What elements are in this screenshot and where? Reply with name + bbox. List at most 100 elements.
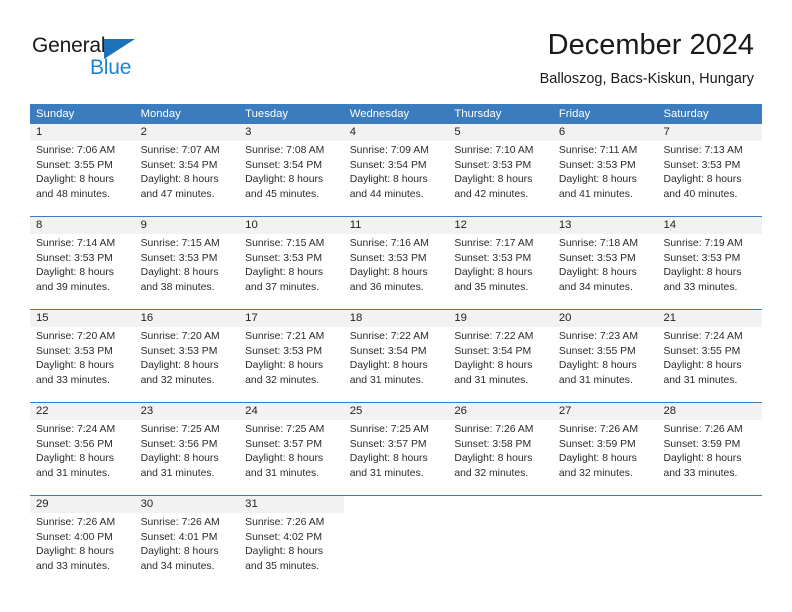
day-number: 10 <box>239 217 344 234</box>
daylight-duration-line2: and 34 minutes. <box>140 560 215 572</box>
calendar-day-cell[interactable]: 23 Sunrise: 7:25 AM Sunset: 3:56 PM Dayligh… <box>134 403 240 495</box>
day-number: 6 <box>552 124 658 141</box>
calendar-day-cell[interactable]: 10 Sunrise: 7:15 AM Sunset: 3:53 PM Dayligh… <box>239 217 344 309</box>
day-sun-info: Sunrise: 7:22 AM Sunset: 3:54 PM Daylight:… <box>448 327 553 388</box>
sunrise-time: Sunrise: 7:26 AM <box>245 517 325 528</box>
day-number: 26 <box>448 403 553 420</box>
sunrise-time: Sunrise: 7:15 AM <box>245 238 325 249</box>
calendar-week-cells: 15 Sunrise: 7:20 AM Sunset: 3:53 PM Dayligh… <box>30 310 763 402</box>
day-sun-info: Sunrise: 7:16 AM Sunset: 3:53 PM Daylight:… <box>344 234 449 295</box>
weekday-header-sunday: Sunday <box>36 108 75 120</box>
day-sun-info: Sunrise: 7:11 AM Sunset: 3:53 PM Daylight:… <box>553 141 658 202</box>
weekday-header-thursday: Thursday <box>454 108 502 120</box>
day-number: 9 <box>134 217 240 234</box>
calendar-day-cell[interactable]: 3 Sunrise: 7:08 AM Sunset: 3:54 PM Daylight… <box>239 124 344 216</box>
calendar-day-cell[interactable]: 19 Sunrise: 7:22 AM Sunset: 3:54 PM Dayligh… <box>448 310 553 402</box>
sunrise-time: Sunrise: 7:17 AM <box>454 238 534 249</box>
sunset-time: Sunset: 3:54 PM <box>245 159 322 171</box>
calendar-week-row: 8 Sunrise: 7:14 AM Sunset: 3:53 PM Daylight… <box>30 216 763 309</box>
calendar-day-cell[interactable]: 9 Sunrise: 7:15 AM Sunset: 3:53 PM Daylight… <box>134 217 240 309</box>
sunset-time: Sunset: 3:56 PM <box>140 438 218 450</box>
sunrise-time: Sunrise: 7:09 AM <box>349 145 429 156</box>
day-sun-info: Sunrise: 7:22 AM Sunset: 3:54 PM Daylight:… <box>344 327 449 388</box>
daylight-duration-line2: and 32 minutes. <box>140 374 215 386</box>
sunset-time: Sunset: 3:55 PM <box>663 345 741 357</box>
daylight-duration-line2: and 44 minutes. <box>349 188 424 200</box>
day-number: 5 <box>448 124 553 141</box>
day-sun-info <box>657 513 762 516</box>
sunset-time: Sunset: 3:53 PM <box>454 252 532 264</box>
day-number: 24 <box>239 403 344 420</box>
sunset-time: Sunset: 3:54 PM <box>454 345 532 357</box>
day-sun-info: Sunrise: 7:15 AM Sunset: 3:53 PM Daylight:… <box>239 234 344 295</box>
daylight-duration-line2: and 33 minutes. <box>663 467 738 479</box>
calendar-day-cell[interactable]: 20 Sunrise: 7:23 AM Sunset: 3:55 PM Dayligh… <box>552 310 658 402</box>
calendar-day-cell[interactable]: 8 Sunrise: 7:14 AM Sunset: 3:53 PM Daylight… <box>30 217 135 309</box>
calendar-day-cell[interactable]: 7 Sunrise: 7:13 AM Sunset: 3:53 PM Daylight… <box>657 124 763 216</box>
day-number: 27 <box>552 403 658 420</box>
calendar-day-cell[interactable]: 2 Sunrise: 7:07 AM Sunset: 3:54 PM Daylight… <box>134 124 240 216</box>
calendar-day-cell[interactable]: 31 Sunrise: 7:26 AM Sunset: 4:02 PM Dayligh… <box>239 496 344 588</box>
sunset-time: Sunset: 3:53 PM <box>558 252 636 264</box>
weekday-header-monday: Monday <box>140 108 181 120</box>
sunset-time: Sunset: 3:53 PM <box>36 345 113 357</box>
calendar-day-cell[interactable]: 12 Sunrise: 7:17 AM Sunset: 3:53 PM Dayligh… <box>448 217 553 309</box>
daylight-duration-line1: Daylight: 8 hours <box>663 267 742 278</box>
calendar-week-row: 1 Sunrise: 7:06 AM Sunset: 3:55 PM Daylight… <box>30 124 763 216</box>
daylight-duration-line1: Daylight: 8 hours <box>140 360 219 371</box>
calendar-day-cell[interactable]: 6 Sunrise: 7:11 AM Sunset: 3:53 PM Daylight… <box>552 124 658 216</box>
calendar-day-cell[interactable]: 14 Sunrise: 7:19 AM Sunset: 3:53 PM Dayligh… <box>657 217 763 309</box>
calendar-day-cell[interactable]: 27 Sunrise: 7:26 AM Sunset: 3:59 PM Dayligh… <box>552 403 658 495</box>
daylight-duration-line2: and 35 minutes. <box>454 281 529 293</box>
calendar-page: General Blue December 2024 Balloszog, Ba… <box>0 0 792 612</box>
calendar-day-cell[interactable]: 26 Sunrise: 7:26 AM Sunset: 3:58 PM Dayligh… <box>448 403 553 495</box>
sunset-time: Sunset: 3:58 PM <box>454 438 532 450</box>
day-number: 29 <box>30 496 135 513</box>
sunrise-time: Sunrise: 7:22 AM <box>349 331 429 342</box>
daylight-duration-line2: and 32 minutes. <box>558 467 633 479</box>
daylight-duration-line1: Daylight: 8 hours <box>454 174 533 185</box>
daylight-duration-line2: and 31 minutes. <box>349 467 424 479</box>
calendar-day-cell[interactable]: 18 Sunrise: 7:22 AM Sunset: 3:54 PM Dayligh… <box>343 310 449 402</box>
daylight-duration-line2: and 32 minutes. <box>454 467 529 479</box>
sunset-time: Sunset: 4:02 PM <box>245 531 322 543</box>
daylight-duration-line2: and 35 minutes. <box>245 560 320 572</box>
calendar-day-cell[interactable]: 16 Sunrise: 7:20 AM Sunset: 3:53 PM Dayligh… <box>134 310 240 402</box>
calendar-day-cell[interactable]: 4 Sunrise: 7:09 AM Sunset: 3:54 PM Daylight… <box>343 124 449 216</box>
calendar-day-cell[interactable]: 29 Sunrise: 7:26 AM Sunset: 4:00 PM Dayligh… <box>30 496 135 588</box>
daylight-duration-line2: and 31 minutes. <box>558 374 633 386</box>
day-number <box>448 496 553 513</box>
day-number: 28 <box>657 403 763 420</box>
daylight-duration-line2: and 36 minutes. <box>349 281 424 293</box>
day-number: 7 <box>657 124 763 141</box>
calendar-day-cell[interactable]: 28 Sunrise: 7:26 AM Sunset: 3:59 PM Dayligh… <box>657 403 763 495</box>
calendar-day-cell-empty <box>657 496 763 588</box>
calendar-day-cell[interactable]: 21 Sunrise: 7:24 AM Sunset: 3:55 PM Dayligh… <box>657 310 763 402</box>
daylight-duration-line1: Daylight: 8 hours <box>245 267 324 278</box>
daylight-duration-line1: Daylight: 8 hours <box>36 174 114 185</box>
calendar-day-cell[interactable]: 25 Sunrise: 7:25 AM Sunset: 3:57 PM Dayligh… <box>343 403 449 495</box>
sunset-time: Sunset: 3:57 PM <box>245 438 322 450</box>
general-blue-logo[interactable]: General Blue <box>32 34 212 86</box>
calendar-day-cell[interactable]: 15 Sunrise: 7:20 AM Sunset: 3:53 PM Dayligh… <box>30 310 135 402</box>
sunset-time: Sunset: 3:54 PM <box>349 159 427 171</box>
day-sun-info: Sunrise: 7:08 AM Sunset: 3:54 PM Daylight:… <box>239 141 344 202</box>
calendar-day-cell[interactable]: 30 Sunrise: 7:26 AM Sunset: 4:01 PM Dayligh… <box>134 496 240 588</box>
daylight-duration-line1: Daylight: 8 hours <box>454 267 533 278</box>
day-sun-info: Sunrise: 7:26 AM Sunset: 4:02 PM Daylight:… <box>239 513 344 574</box>
calendar-day-cell[interactable]: 5 Sunrise: 7:10 AM Sunset: 3:53 PM Daylight… <box>448 124 553 216</box>
day-sun-info: Sunrise: 7:21 AM Sunset: 3:53 PM Daylight:… <box>239 327 344 388</box>
calendar-day-cell[interactable]: 13 Sunrise: 7:18 AM Sunset: 3:53 PM Dayligh… <box>552 217 658 309</box>
calendar-day-cell[interactable]: 11 Sunrise: 7:16 AM Sunset: 3:53 PM Dayligh… <box>343 217 449 309</box>
calendar-day-cell[interactable]: 24 Sunrise: 7:25 AM Sunset: 3:57 PM Dayligh… <box>239 403 344 495</box>
daylight-duration-line2: and 33 minutes. <box>663 281 738 293</box>
day-sun-info: Sunrise: 7:09 AM Sunset: 3:54 PM Daylight:… <box>344 141 449 202</box>
daylight-duration-line2: and 45 minutes. <box>245 188 320 200</box>
day-sun-info <box>344 513 449 516</box>
daylight-duration-line1: Daylight: 8 hours <box>349 174 428 185</box>
calendar-day-cell[interactable]: 22 Sunrise: 7:24 AM Sunset: 3:56 PM Dayligh… <box>30 403 135 495</box>
calendar-day-cell[interactable]: 1 Sunrise: 7:06 AM Sunset: 3:55 PM Daylight… <box>30 124 135 216</box>
day-number: 30 <box>134 496 240 513</box>
sunrise-time: Sunrise: 7:20 AM <box>140 331 220 342</box>
calendar-day-cell[interactable]: 17 Sunrise: 7:21 AM Sunset: 3:53 PM Dayligh… <box>239 310 344 402</box>
